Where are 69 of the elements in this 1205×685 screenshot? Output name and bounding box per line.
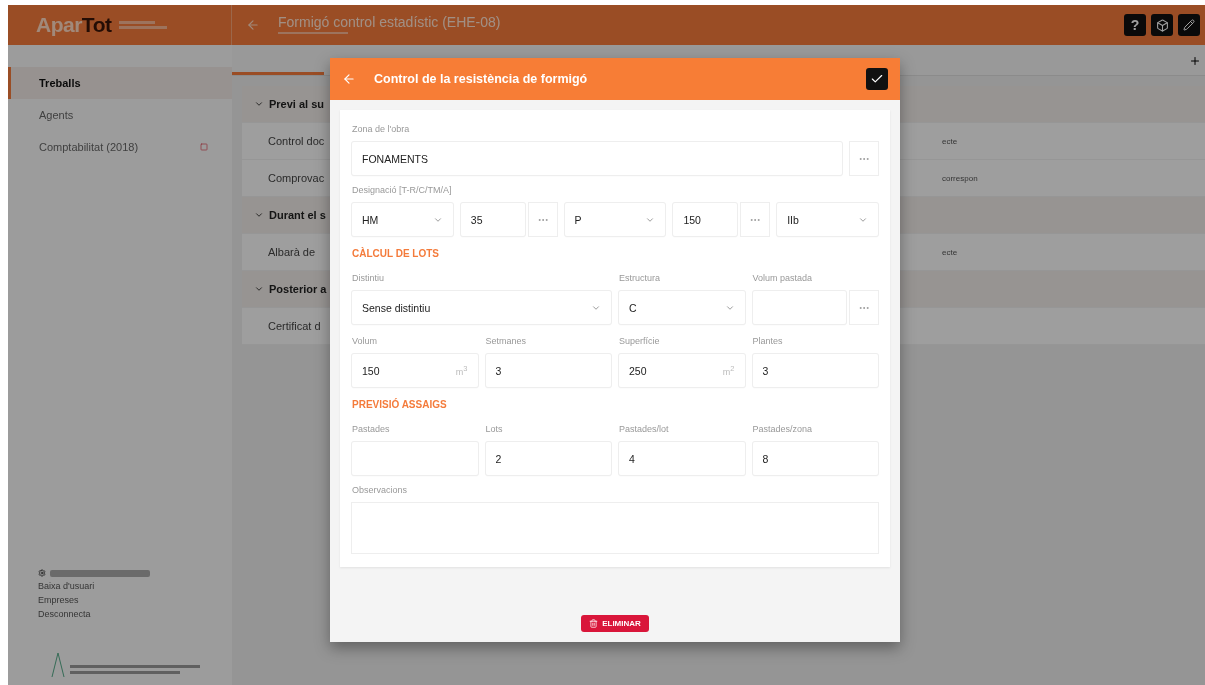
app-logo: AparTot (36, 13, 112, 37)
edit-button[interactable] (1178, 14, 1200, 36)
cube-icon (1155, 18, 1169, 32)
row-note: correspon (942, 173, 979, 183)
field-label: Distintiu (352, 273, 385, 283)
back-icon[interactable] (246, 18, 260, 32)
plus-icon (1189, 55, 1201, 67)
field-label: Lots (485, 424, 504, 434)
section-title: Posterior a (269, 283, 327, 295)
page-title: Formigó control estadístic (EHE-08) (278, 14, 501, 30)
field-label: Plantes (752, 336, 784, 346)
field-label: Volum (352, 336, 378, 346)
field-label: Setmanes (485, 336, 528, 346)
sidebar-item[interactable]: Comptabilitat (2018) (8, 131, 232, 163)
select-field[interactable]: C (619, 291, 745, 324)
trash-icon (589, 619, 599, 628)
field-label: Volum pastada (752, 273, 814, 283)
input-field[interactable]: 35 (460, 203, 525, 236)
menu-link[interactable]: Empreses (38, 595, 232, 605)
menu-link[interactable]: Desconnecta (38, 609, 232, 619)
row-note: ecte (942, 247, 959, 257)
select-field[interactable]: Sense distintiu (352, 291, 611, 324)
sidebar-item[interactable]: Treballs (8, 67, 232, 99)
select-field[interactable]: P (564, 203, 666, 236)
check-icon (870, 72, 884, 86)
active-tab-indicator[interactable] (232, 72, 324, 75)
help-button[interactable]: ? (1124, 14, 1146, 36)
select-field[interactable]: IIb (777, 203, 878, 236)
chevron-icon (254, 210, 264, 220)
input-field[interactable]: 3 (485, 354, 611, 387)
settings-icon[interactable] (38, 569, 46, 577)
section-title: Durant el s (269, 209, 326, 221)
section-title: PREVISIÓ ASSAIGS (352, 399, 448, 410)
input-field[interactable]: 8 (752, 442, 878, 475)
chevron-icon (254, 99, 264, 109)
input-field[interactable]: 3 (752, 354, 878, 387)
input-field[interactable]: FONAMENTS (352, 142, 842, 175)
chevron-icon (254, 284, 264, 294)
pencil-icon (1183, 19, 1195, 31)
row-label: Certificat d (268, 320, 322, 332)
input-field[interactable]: 150 (673, 203, 738, 236)
input-field[interactable]: 2 (485, 442, 611, 475)
row-label: Comprovac (268, 172, 326, 184)
more-button[interactable] (528, 203, 557, 236)
field-label: Superfície (619, 336, 661, 346)
cube-button[interactable] (1151, 14, 1173, 36)
field-label: Pastades/zona (752, 424, 814, 434)
row-label: Control doc (268, 135, 326, 147)
back-icon[interactable] (342, 72, 356, 86)
section-title: CÀLCUL DE LOTS (352, 248, 441, 259)
field-label: Estructura (619, 273, 661, 283)
sidebar-item[interactable]: Agents (8, 99, 232, 131)
field-label: Pastades/lot (619, 424, 670, 434)
field-label: Zona de l'obra (352, 124, 411, 134)
more-button[interactable] (850, 142, 878, 175)
dialog-title: Control de la resistència de formigó (374, 72, 588, 86)
more-button[interactable] (850, 291, 878, 324)
field-label: Pastades (352, 424, 391, 434)
row-label: Albarà de (268, 246, 317, 258)
row-note: ecte (942, 136, 959, 146)
select-field[interactable]: HM (352, 203, 453, 236)
field-label: Observacions (352, 485, 409, 495)
input-field[interactable]: 4 (619, 442, 745, 475)
more-button[interactable] (741, 203, 770, 236)
field-label: Designació [T-R/C/TM/A] (352, 185, 453, 195)
confirm-button[interactable] (866, 68, 888, 90)
menu-link[interactable]: Baixa d'usuari (38, 581, 232, 591)
delete-button[interactable]: ELIMINAR (581, 615, 649, 632)
section-title: Previ al su (269, 98, 325, 110)
